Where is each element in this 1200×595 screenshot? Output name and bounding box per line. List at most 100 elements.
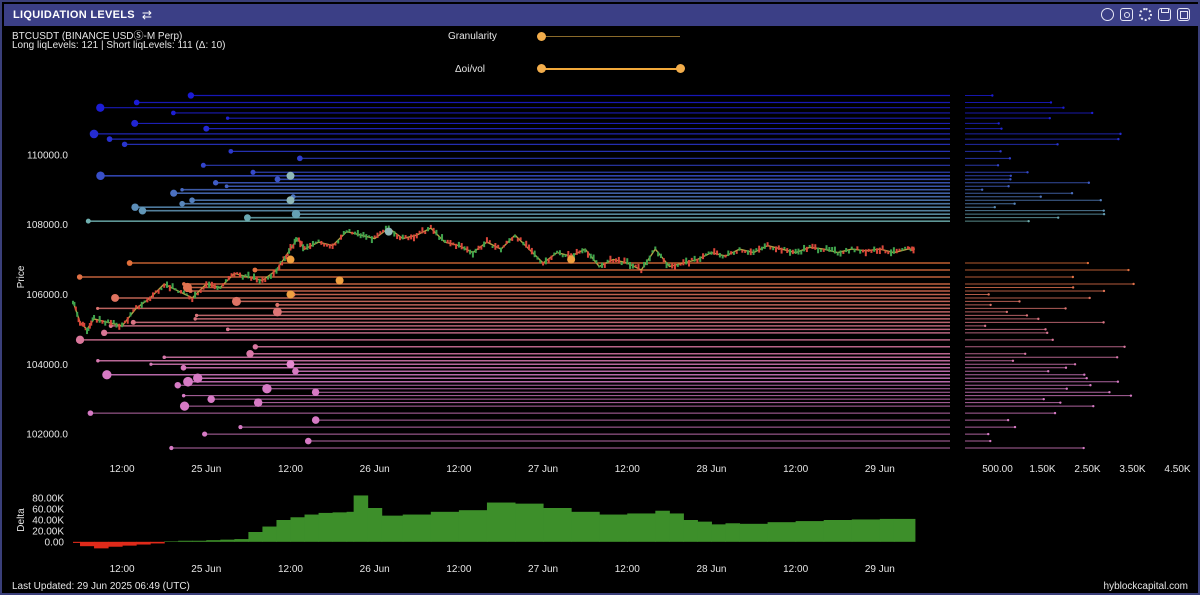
price-candle	[623, 257, 626, 264]
liquidation-cluster-marker	[286, 196, 295, 205]
price-candle	[746, 250, 749, 255]
price-candle	[351, 231, 354, 235]
price-candle	[578, 250, 581, 254]
price-line	[72, 227, 915, 331]
price-candle	[449, 240, 452, 247]
long-level-histogram-dot	[983, 324, 987, 328]
brand-link[interactable]: hyblockcapital.com	[1104, 581, 1188, 592]
price-candle	[362, 231, 365, 238]
price-candle	[601, 262, 604, 268]
price-candle	[227, 276, 230, 281]
price-candle	[401, 234, 404, 240]
short-level-marker	[96, 103, 105, 112]
short-level-histogram-dot	[1117, 137, 1120, 141]
long-level-marker	[87, 410, 94, 416]
long-level-marker	[188, 289, 193, 293]
long-level-histogram-dot	[1108, 390, 1111, 394]
price-candle	[373, 235, 376, 238]
price-candle	[693, 255, 696, 262]
price-candle	[811, 243, 814, 250]
delta-bar	[94, 541, 109, 549]
long-level-marker	[246, 350, 254, 358]
price-candle	[794, 248, 797, 254]
price-candle	[803, 244, 806, 252]
short-level-histogram-dot	[1048, 116, 1051, 120]
price-candle	[407, 237, 410, 241]
price-candle	[547, 258, 550, 264]
time-tick-label: 12:00	[783, 464, 808, 475]
price-candle	[685, 257, 688, 265]
time-tick-label: 25 Jun	[191, 464, 221, 475]
price-candle	[542, 261, 545, 266]
short-level-histogram-dot	[1056, 143, 1059, 146]
short-level-marker	[200, 162, 206, 168]
price-candle	[74, 306, 77, 311]
last-updated: Last Updated: 29 Jun 2025 06:49 (UTC)	[12, 581, 190, 592]
short-level-marker	[106, 136, 113, 142]
price-candle	[126, 317, 129, 324]
price-candle	[797, 248, 800, 255]
long-level-marker	[193, 317, 197, 321]
short-level-marker	[133, 99, 140, 106]
price-candle	[814, 244, 817, 250]
delta-bar	[220, 539, 235, 542]
price-candle	[466, 246, 469, 253]
price-candle	[682, 259, 685, 266]
price-candle	[491, 245, 494, 248]
delta-bar	[711, 524, 726, 542]
delta-bar	[192, 540, 207, 542]
long-level-histogram-dot	[1085, 377, 1088, 380]
long-level-histogram-dot	[1092, 404, 1095, 408]
price-candle	[536, 256, 539, 260]
liquidation-cluster-marker	[567, 255, 576, 264]
price-candle	[544, 257, 547, 265]
long-level-marker	[311, 416, 320, 424]
price-candle	[668, 263, 671, 266]
long-level-histogram-dot	[1088, 296, 1091, 300]
histogram-tick-label: 500.00	[982, 464, 1013, 475]
long-level-marker	[174, 381, 182, 389]
price-candle	[325, 243, 328, 247]
long-level-marker	[194, 313, 199, 318]
delta-bar	[290, 517, 306, 542]
price-candle	[177, 290, 180, 293]
short-level-histogram-dot	[999, 150, 1002, 153]
short-level-marker	[225, 116, 230, 120]
price-candle	[870, 249, 873, 253]
price-candle	[769, 246, 772, 250]
price-candle	[457, 241, 460, 248]
price-candle	[831, 247, 834, 252]
short-level-marker	[89, 129, 99, 139]
price-candle	[833, 246, 836, 254]
price-candle	[210, 281, 213, 288]
price-candle	[393, 231, 396, 237]
delta-bar	[234, 539, 249, 542]
price-candle	[415, 233, 418, 239]
long-level-histogram-dot	[1051, 338, 1054, 342]
price-candle	[612, 259, 615, 263]
long-level-marker	[96, 306, 100, 310]
long-level-marker	[102, 370, 112, 380]
price-candle	[93, 314, 96, 320]
delta-time-tick-label: 12:00	[783, 564, 808, 575]
histogram-tick-label: 2.50K	[1074, 464, 1100, 475]
long-level-histogram-dot	[987, 432, 990, 436]
price-candle	[412, 234, 415, 242]
price-candle	[286, 253, 289, 257]
price-candle	[586, 251, 589, 258]
price-candle	[584, 248, 587, 253]
price-candle	[443, 239, 446, 243]
long-level-marker	[162, 355, 167, 360]
long-level-marker	[126, 260, 133, 266]
price-candle	[716, 250, 719, 256]
price-candle	[867, 248, 870, 252]
long-level-marker	[76, 274, 83, 280]
long-level-histogram-dot	[1045, 331, 1049, 335]
long-level-histogram-dot	[1011, 359, 1015, 362]
long-level-marker	[169, 445, 174, 451]
short-level-histogram-dot	[1009, 178, 1012, 181]
short-level-histogram-dot	[1026, 171, 1029, 174]
price-candle	[887, 251, 890, 255]
price-candle	[839, 250, 842, 257]
long-level-marker	[225, 327, 230, 332]
